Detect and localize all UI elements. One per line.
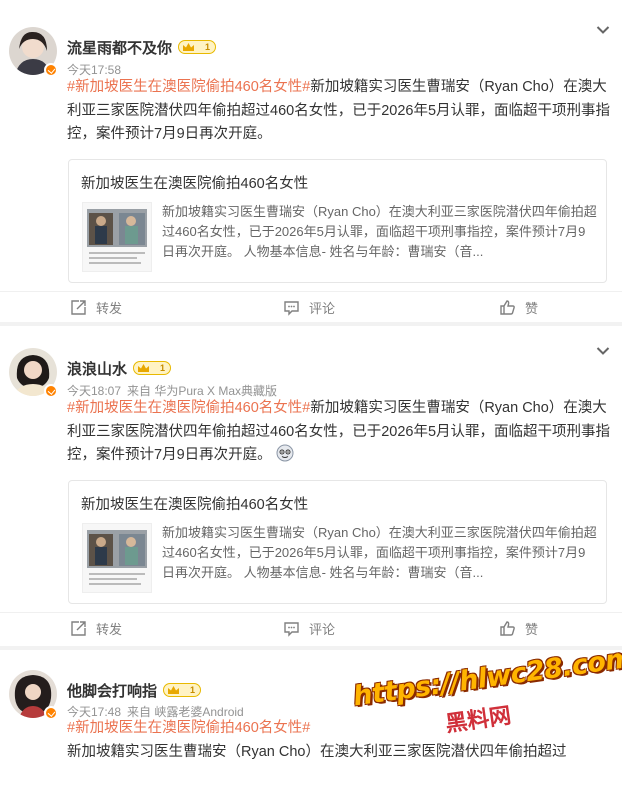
comment-button[interactable]: 评论 — [283, 619, 335, 638]
link-card[interactable]: 新加坡医生在澳医院偷拍460名女性 新加坡籍实习医生曹瑞安（Ryan Cho）在… — [68, 159, 607, 283]
watermark: https://hlwc28.com 黑料网 — [351, 643, 622, 740]
user-name[interactable]: 流星雨都不及你 1 — [67, 37, 217, 58]
chevron-down-icon[interactable] — [596, 25, 610, 35]
like-icon — [500, 621, 515, 636]
watermark-brand: 黑料网 — [443, 702, 513, 737]
repost-icon — [71, 621, 86, 636]
card-thumbnail — [82, 202, 152, 272]
card-description: 新加坡籍实习医生曹瑞安（Ryan Cho）在澳大利亚三家医院潜伏四年偷拍超过46… — [162, 525, 597, 580]
verified-badge-icon — [44, 706, 58, 720]
post-time[interactable]: 今天18:07 — [67, 384, 121, 398]
post-text: #新加坡医生在澳医院偷拍460名女性#新加坡籍实习医生曹瑞安（Ryan Cho）… — [67, 400, 611, 463]
hashtag-link[interactable]: #新加坡医生在澳医院偷拍460名女性# — [67, 400, 310, 416]
repost-icon — [71, 300, 86, 315]
comment-icon — [284, 622, 299, 637]
chevron-down-icon[interactable] — [596, 346, 610, 356]
card-thumbnail — [82, 523, 152, 593]
post-text: #新加坡医生在澳医院偷拍460名女性#新加坡籍实习医生曹瑞安（Ryan Cho）… — [67, 79, 611, 142]
card-title: 新加坡医生在澳医院偷拍460名女性 — [81, 176, 309, 192]
action-bar: 转发 评论 赞 — [0, 291, 622, 322]
level-badge: 1 — [163, 683, 202, 698]
crown-icon — [168, 686, 180, 695]
hashtag-link[interactable]: #新加坡医生在澳医院偷拍460名女性# — [67, 720, 310, 736]
post-card: 流星雨都不及你 1 今天17:58 #新加坡医生在澳医院偷拍460名女性#新加坡籍… — [0, 0, 622, 322]
repost-button[interactable]: 转发 — [70, 298, 122, 317]
repost-button[interactable]: 转发 — [70, 619, 122, 638]
hashtag-link[interactable]: #新加坡医生在澳医院偷拍460名女性# — [67, 79, 310, 95]
card-title: 新加坡医生在澳医院偷拍460名女性 — [81, 497, 309, 513]
level-badge: 1 — [133, 361, 172, 376]
like-button[interactable]: 赞 — [499, 298, 538, 317]
action-bar: 转发 评论 赞 — [0, 612, 622, 643]
user-name[interactable]: 浪浪山水 1 — [67, 358, 172, 379]
like-icon — [500, 300, 515, 315]
comment-button[interactable]: 评论 — [283, 298, 335, 317]
level-badge: 1 — [178, 40, 217, 55]
user-name[interactable]: 他脚会打响指 1 — [67, 680, 202, 701]
card-description: 新加坡籍实习医生曹瑞安（Ryan Cho）在澳大利亚三家医院潜伏四年偷拍超过46… — [162, 204, 597, 259]
verified-badge-icon — [44, 63, 58, 77]
crown-icon — [138, 364, 150, 373]
verified-badge-icon — [44, 384, 58, 398]
like-button[interactable]: 赞 — [499, 619, 538, 638]
post-time[interactable]: 今天17:58 — [67, 63, 121, 77]
post-card: 浪浪山水 1 今天18:07 来自 华为Pura X Max典藏版 #新加坡医生在澳… — [0, 326, 622, 646]
emoji-icon — [276, 444, 294, 462]
comment-icon — [284, 301, 299, 316]
crown-icon — [183, 43, 195, 52]
link-card[interactable]: 新加坡医生在澳医院偷拍460名女性 新加坡籍实习医生曹瑞安（Ryan Cho）在… — [68, 480, 607, 604]
post-source: 来自 华为Pura X Max典藏版 — [127, 384, 278, 398]
